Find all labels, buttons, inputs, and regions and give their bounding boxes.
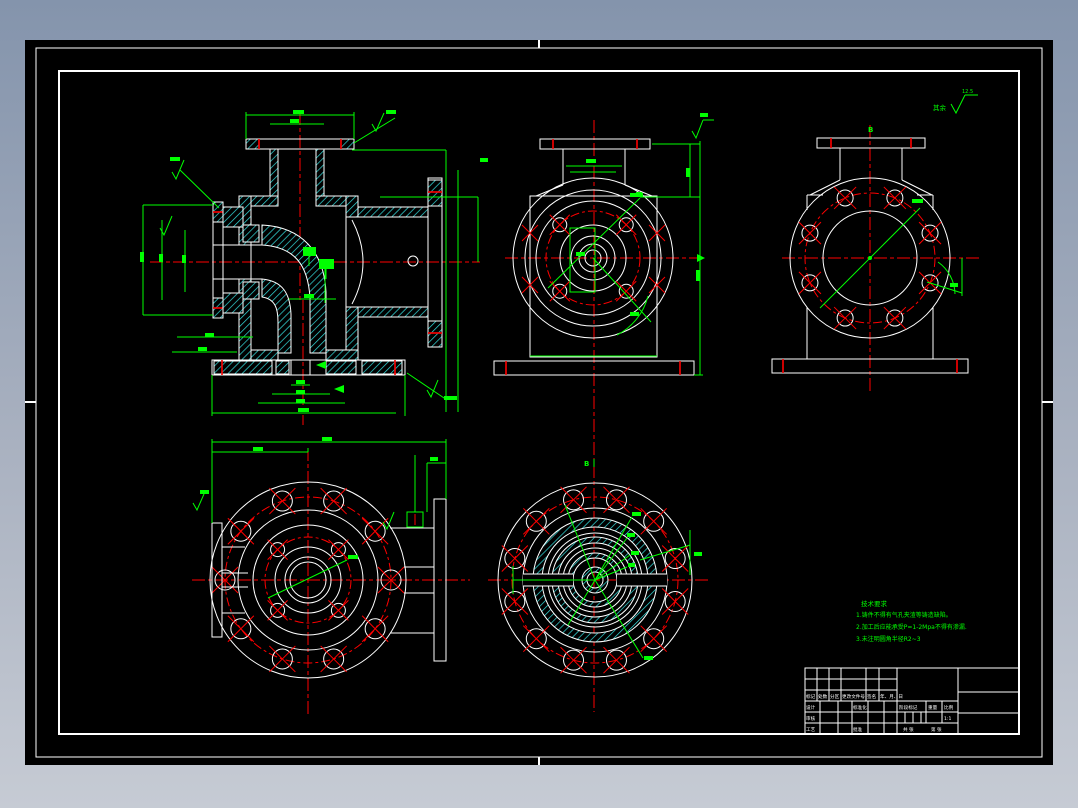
tb-rev-file: 更改文件号 xyxy=(842,693,865,700)
view-top xyxy=(192,437,470,715)
surface-finish-note: 其余 12.5 xyxy=(933,89,978,115)
tb-rev-zone: 分区 xyxy=(830,693,840,700)
tb-weight: 重量 xyxy=(928,704,938,711)
tb-rev-date: 年、月、日 xyxy=(880,693,903,700)
note-line-2: 2.加工后应能承受P=1-2Mpa不得有渗漏. xyxy=(856,623,967,631)
tb-process: 工艺 xyxy=(806,727,816,733)
tb-scale: 比例 xyxy=(944,704,954,711)
section-label-b-top: B xyxy=(868,126,873,134)
section-label-b-bottom: B xyxy=(584,460,589,468)
notes-title: 技术要求 xyxy=(861,599,888,608)
dims-front-view xyxy=(530,113,714,376)
cad-drawing-canvas[interactable]: 其余 12.5 B B 技术要求 1.铸件不得有气孔夹渣等铸造缺陷。 2.加工后… xyxy=(0,0,1078,808)
tb-standardization: 标准化 xyxy=(853,704,867,711)
tb-sheet-no: 第 张 xyxy=(931,726,942,733)
view-main-section xyxy=(140,110,488,425)
tb-rev-mark: 标记 xyxy=(806,693,816,700)
title-block: 标记 处数 分区 更改文件号 签名 年、月、日 设计 标准化 审核 工艺 批准 … xyxy=(804,667,1020,735)
tb-approve: 批准 xyxy=(853,726,863,733)
tb-stage-mark: 阶段标记 xyxy=(899,704,918,711)
tb-scale-value: 1:1 xyxy=(944,716,951,722)
tb-check: 审核 xyxy=(806,715,816,722)
cad-viewport: { "notes": { "title": "技术要求", "items": [… xyxy=(0,0,1078,808)
note-line-3: 3.未注明圆角半径R2~3 xyxy=(856,635,921,643)
surface-note-prefix: 其余 xyxy=(933,103,947,112)
tb-rev-sign: 签名 xyxy=(867,693,876,700)
tb-design: 设计 xyxy=(806,704,816,711)
view-section-b: B xyxy=(488,459,708,678)
note-line-1: 1.铸件不得有气孔夹渣等铸造缺陷。 xyxy=(856,611,952,619)
surface-note-value: 12.5 xyxy=(962,89,973,95)
tb-sheet-total: 共 张 xyxy=(903,726,914,733)
view-side: B xyxy=(771,125,980,392)
sheet-frame xyxy=(25,40,1053,765)
dims-side-view xyxy=(819,199,963,309)
tb-rev-count: 处数 xyxy=(818,693,828,700)
technical-notes: 技术要求 1.铸件不得有气孔夹渣等铸造缺陷。 2.加工后应能承受P=1-2Mpa… xyxy=(856,599,967,643)
